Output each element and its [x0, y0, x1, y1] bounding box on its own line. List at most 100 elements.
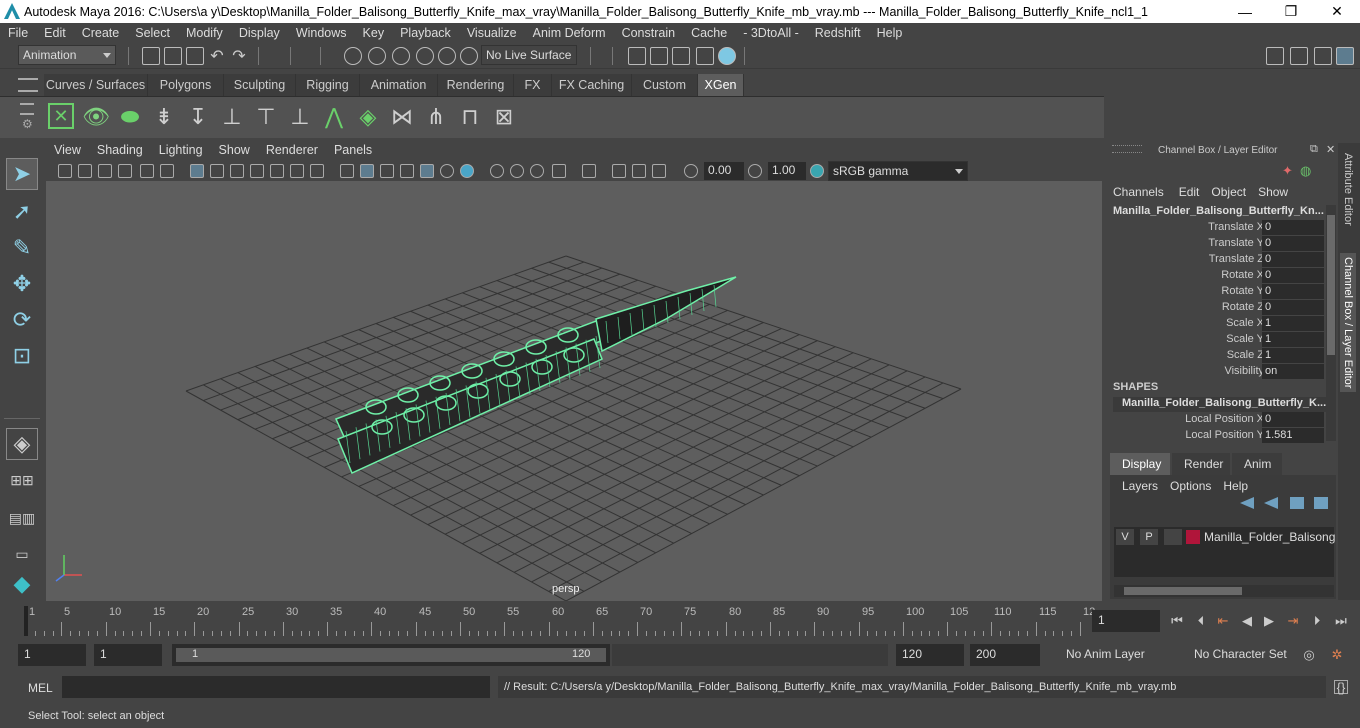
tab-custom[interactable]: Custom	[632, 74, 698, 96]
four-view-layout-icon[interactable]: ⊞⊞	[6, 464, 38, 496]
layer-tab-render[interactable]: Render	[1172, 453, 1230, 475]
undo-icon[interactable]: ↶	[210, 48, 224, 65]
bookmarks-icon[interactable]	[98, 164, 112, 178]
auto-key-icon[interactable]: ◎	[1302, 647, 1316, 662]
lock-guides-icon[interactable]: ⊥	[286, 103, 314, 131]
tab-curves-surfaces[interactable]: Curves / Surfaces	[44, 74, 148, 96]
channel-attribute-value[interactable]: 1	[1262, 348, 1324, 363]
channel-attribute-row[interactable]: Rotate X0	[1104, 268, 1326, 284]
shape-attribute-row[interactable]: Local Position X0	[1104, 412, 1326, 428]
options-menu[interactable]: Options	[1164, 479, 1217, 493]
channel-scrollbar[interactable]	[1326, 205, 1336, 441]
animation-preferences-icon[interactable]: ✲	[1330, 647, 1344, 662]
new-layer-icon[interactable]	[1290, 497, 1304, 509]
tab-fx[interactable]: FX	[514, 74, 552, 96]
xgen-create-description-icon[interactable]: ⬬	[116, 103, 144, 131]
snap-to-curve-icon[interactable]	[438, 47, 456, 65]
scrollbar-thumb[interactable]	[1327, 215, 1335, 355]
layer-color-swatch[interactable]	[1186, 530, 1200, 544]
cut-guides-icon[interactable]: ⋈	[388, 103, 416, 131]
shape-attribute-row[interactable]: Local Position Y 1.581	[1104, 428, 1326, 444]
snap-to-point-icon[interactable]	[460, 47, 478, 65]
paint-select-tool-icon[interactable]: ✎	[6, 232, 38, 264]
render-view-icon[interactable]	[696, 47, 714, 65]
select-by-hierarchy-icon[interactable]	[344, 47, 362, 65]
textured-icon[interactable]	[420, 164, 434, 178]
xgen-density-icon[interactable]: ◈	[354, 103, 382, 131]
channel-attribute-value[interactable]: 0	[1262, 252, 1324, 267]
channel-attribute-row[interactable]: Rotate Y0	[1104, 284, 1326, 300]
maya-home-icon[interactable]: ◆	[6, 568, 38, 600]
wireframe-on-shaded-icon[interactable]	[400, 164, 414, 178]
step-back-frame-icon[interactable]: ⏴	[1194, 613, 1208, 628]
field-chart-icon[interactable]	[270, 164, 284, 178]
tab-xgen[interactable]: XGen	[698, 74, 744, 96]
step-forward-frame-icon[interactable]: ⏵	[1310, 613, 1324, 628]
exposure-icon[interactable]	[684, 164, 698, 178]
menu-3dtoall[interactable]: - 3DtoAll -	[735, 26, 807, 40]
range-slider[interactable]: 1 120	[172, 644, 610, 666]
resolution-gate-icon[interactable]	[230, 164, 244, 178]
layer-playback-toggle[interactable]: P	[1140, 529, 1158, 545]
menu-set-dropdown[interactable]: Animation	[18, 45, 116, 65]
grid-toggle-icon[interactable]	[190, 164, 204, 178]
layer-hscrollbar[interactable]	[1114, 585, 1334, 597]
channel-attribute-row[interactable]: Scale Z1	[1104, 348, 1326, 364]
xgen-preview-icon[interactable]: 👁	[82, 103, 110, 131]
lasso-tool-icon[interactable]: ➚	[6, 196, 38, 228]
channels-menu[interactable]: Channels	[1104, 185, 1173, 201]
maximize-button[interactable]: ❐	[1268, 0, 1314, 23]
channel-attribute-row[interactable]: Scale X1	[1104, 316, 1326, 332]
tab-sculpting[interactable]: Sculpting	[224, 74, 296, 96]
tab-animation[interactable]: Animation	[360, 74, 438, 96]
command-input[interactable]	[62, 676, 490, 698]
channel-attribute-row[interactable]: Translate X0	[1104, 220, 1326, 236]
play-backwards-icon[interactable]: ◀	[1240, 613, 1254, 628]
channel-attribute-value[interactable]: 0	[1262, 268, 1324, 283]
current-time-indicator[interactable]	[24, 606, 28, 636]
channel-options-icon[interactable]: ✦	[1282, 163, 1293, 179]
exposure-field[interactable]: 0.00	[704, 162, 744, 180]
object-menu[interactable]: Object	[1205, 185, 1252, 201]
layer-visibility-toggle[interactable]: V	[1116, 529, 1134, 545]
2d-pan-zoom-icon[interactable]	[140, 164, 154, 178]
wireframe-icon[interactable]	[340, 164, 354, 178]
grease-pencil-icon[interactable]	[160, 164, 174, 178]
current-frame-field[interactable]: 1	[1092, 610, 1160, 632]
single-perspective-view-icon[interactable]: ◈	[6, 428, 38, 460]
layer-name[interactable]: Manilla_Folder_Balisong	[1204, 530, 1335, 544]
scrollbar-thumb[interactable]	[1124, 587, 1242, 595]
layers-menu[interactable]: Layers	[1110, 479, 1164, 493]
shelf-options-icon[interactable]	[20, 103, 34, 115]
save-scene-icon[interactable]	[186, 47, 204, 65]
guide-visibility-icon[interactable]: ⊤	[252, 103, 280, 131]
channel-attribute-value[interactable]: on	[1262, 364, 1324, 379]
animation-start-field[interactable]: 1	[18, 644, 86, 666]
new-scene-icon[interactable]	[142, 47, 160, 65]
layer-display-type[interactable]	[1164, 529, 1182, 545]
guide-normalize-icon[interactable]: ⊓	[456, 103, 484, 131]
isolate-select-icon[interactable]	[582, 164, 596, 178]
menu-constrain[interactable]: Constrain	[614, 26, 684, 40]
persp-outliner-layout-icon[interactable]: ▤▥	[6, 502, 38, 534]
workspace-icon[interactable]	[1266, 47, 1284, 65]
toggle-channel-box-icon[interactable]	[1336, 47, 1354, 65]
redo-icon[interactable]: ↷	[232, 48, 246, 65]
smooth-shade-icon[interactable]	[360, 164, 374, 178]
xgen-editor-icon[interactable]: ✕	[48, 103, 74, 129]
playback-end-field[interactable]: 120	[896, 644, 964, 666]
film-gate-icon[interactable]	[210, 164, 224, 178]
range-slider-bar-fill[interactable]	[176, 648, 606, 662]
channel-attribute-row[interactable]: Scale Y1	[1104, 332, 1326, 348]
new-layer-selected-icon[interactable]	[1314, 497, 1328, 509]
ambient-occlusion-icon[interactable]	[490, 164, 504, 178]
sculpt-guides-icon[interactable]: ⊥	[218, 103, 246, 131]
use-all-lights-icon[interactable]	[440, 164, 454, 178]
add-guide-icon[interactable]: ⇟	[150, 103, 178, 131]
minimize-button[interactable]: —	[1222, 0, 1268, 23]
scale-tool-icon[interactable]: ⊡	[6, 340, 38, 372]
object-name[interactable]: Manilla_Folder_Balisong_Butterfly_Kn...	[1113, 205, 1324, 217]
channel-box-tab[interactable]: Channel Box / Layer Editor	[1340, 253, 1356, 393]
channel-attribute-row[interactable]: Visibility on	[1104, 364, 1326, 380]
tab-fx-caching[interactable]: FX Caching	[552, 74, 632, 96]
